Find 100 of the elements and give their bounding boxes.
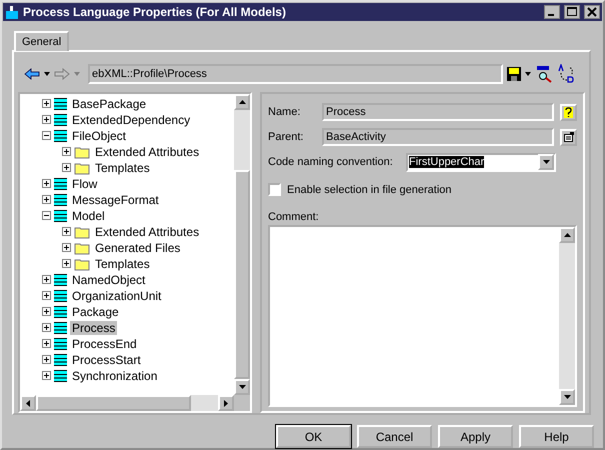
class-icon: [54, 322, 67, 334]
expand-toggle[interactable]: [42, 275, 51, 284]
forward-arrow-icon: [54, 68, 70, 80]
expand-toggle[interactable]: [42, 307, 51, 316]
back-arrow-icon[interactable]: [24, 68, 40, 80]
expand-toggle[interactable]: [62, 259, 71, 268]
folder-icon: [74, 256, 90, 271]
path-field[interactable]: ebXML::Profile\Process: [88, 64, 503, 84]
tree-item[interactable]: Templates: [93, 256, 152, 271]
dialog-button[interactable]: Cancel: [357, 425, 432, 448]
scroll-thumb[interactable]: [36, 395, 191, 411]
expand-toggle[interactable]: [42, 99, 51, 108]
vertical-scrollbar[interactable]: [559, 226, 575, 405]
vertical-scrollbar[interactable]: [234, 94, 250, 395]
field-label: Parent:: [268, 131, 304, 144]
expand-toggle[interactable]: [42, 355, 51, 364]
tab[interactable]: General: [14, 30, 70, 51]
expand-toggle[interactable]: [42, 323, 51, 332]
scroll-down-button[interactable]: [234, 379, 250, 395]
expand-toggle[interactable]: [42, 291, 51, 300]
minimize-button[interactable]: [544, 4, 560, 19]
down-arrow-icon: [564, 395, 570, 399]
class-icon: [54, 130, 67, 142]
class-icon: [54, 274, 67, 286]
dialog-button[interactable]: OK: [276, 425, 351, 448]
tree-item[interactable]: ProcessStart: [70, 352, 143, 367]
name-field[interactable]: Process: [322, 103, 554, 122]
tree-item[interactable]: Templates: [93, 160, 152, 175]
class-icon: [54, 210, 67, 222]
tree-item[interactable]: Extended Attributes: [93, 144, 202, 159]
tree-item[interactable]: ExtendedDependency: [70, 112, 192, 127]
window-title: Process Language Properties (For All Models): [23, 4, 287, 19]
class-icon: [54, 338, 67, 350]
tree-item[interactable]: Process: [70, 320, 118, 335]
class-icon: [54, 306, 67, 318]
folder-icon: [74, 224, 90, 239]
expand-toggle[interactable]: [42, 179, 51, 188]
class-icon: [54, 194, 67, 206]
field-label: Comment:: [268, 210, 320, 225]
app-icon: [5, 4, 19, 19]
scroll-left-button[interactable]: [20, 395, 36, 411]
checkbox-label: Enable selection in file generation: [287, 184, 452, 196]
folder-icon: [74, 144, 90, 159]
save-icon[interactable]: [507, 66, 521, 81]
collapse-toggle[interactable]: [42, 131, 51, 140]
comment-field[interactable]: [268, 224, 577, 407]
scroll-up-button[interactable]: [234, 94, 250, 110]
dialog-button[interactable]: Help: [519, 425, 594, 448]
tree-item[interactable]: BasePackage: [70, 96, 148, 111]
class-icon: [54, 354, 67, 366]
expand-toggle[interactable]: [42, 339, 51, 348]
dialog-button[interactable]: Apply: [438, 425, 513, 448]
naming-convention-dropdown[interactable]: FirstUpperChar: [406, 152, 556, 172]
expand-toggle[interactable]: [42, 195, 51, 204]
expand-toggle[interactable]: [62, 147, 71, 156]
maximize-button[interactable]: [564, 4, 580, 19]
class-icon: [54, 178, 67, 190]
scroll-right-button[interactable]: [218, 395, 234, 411]
down-arrow-icon[interactable]: [238, 385, 246, 389]
caret-icon: [74, 72, 80, 76]
properties-icon: [564, 132, 574, 142]
question-icon: [564, 106, 573, 118]
up-arrow-icon: [564, 232, 570, 237]
expand-toggle[interactable]: [62, 243, 71, 252]
horizontal-scrollbar[interactable]: [20, 395, 234, 411]
tree-item[interactable]: Flow: [70, 176, 100, 191]
folder-icon: [74, 160, 90, 175]
expand-toggle[interactable]: [42, 371, 51, 380]
tree-item[interactable]: Generated Files: [93, 240, 182, 255]
expand-toggle[interactable]: [62, 163, 71, 172]
tree-item[interactable]: Extended Attributes: [93, 224, 202, 239]
class-icon: [54, 114, 67, 126]
properties-button[interactable]: [560, 128, 577, 146]
tree-item[interactable]: OrganizationUnit: [70, 288, 164, 303]
dropdown-arrow-icon[interactable]: [542, 160, 550, 164]
scroll-thumb[interactable]: [234, 170, 250, 379]
tree-item[interactable]: FileObject: [70, 128, 128, 143]
tree-item[interactable]: Package: [70, 304, 121, 319]
expand-toggle[interactable]: [62, 227, 71, 236]
help-button[interactable]: [560, 104, 577, 121]
field-label: Code naming convention:: [268, 156, 394, 168]
parent-field[interactable]: BaseActivity: [322, 128, 554, 146]
tree-item[interactable]: MessageFormat: [70, 192, 161, 207]
tree-item[interactable]: NamedObject: [70, 272, 148, 287]
caret-icon[interactable]: [44, 72, 50, 76]
collapse-toggle[interactable]: [42, 211, 51, 220]
checkbox[interactable]: [268, 183, 281, 196]
folder-icon: [74, 240, 90, 255]
right-arrow-icon[interactable]: [224, 400, 228, 406]
left-arrow-icon[interactable]: [26, 400, 30, 406]
close-button[interactable]: [584, 4, 600, 19]
tree-item[interactable]: Model: [70, 208, 107, 223]
caret-icon[interactable]: [525, 72, 531, 76]
up-arrow-icon[interactable]: [238, 100, 246, 104]
tree-item[interactable]: ProcessEnd: [70, 336, 139, 351]
class-icon: [54, 98, 67, 110]
scrollbar-corner: [234, 395, 250, 411]
expand-toggle[interactable]: [42, 115, 51, 124]
tree-item[interactable]: Synchronization: [70, 368, 160, 383]
class-icon: [54, 290, 67, 302]
